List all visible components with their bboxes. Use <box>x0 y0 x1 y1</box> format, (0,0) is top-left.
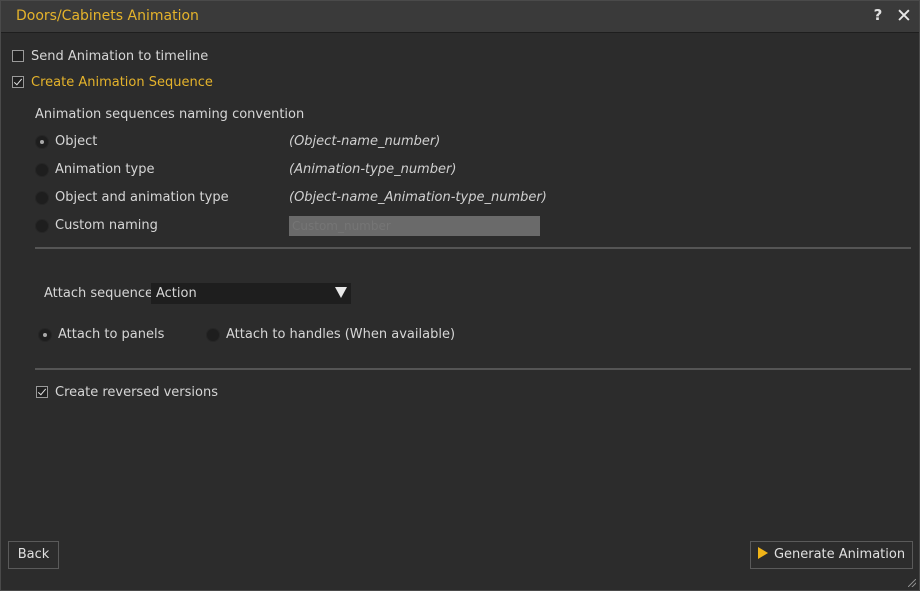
attach-handles-radio[interactable] <box>206 328 220 342</box>
divider <box>35 247 911 249</box>
create-reversed-label[interactable]: Create reversed versions <box>55 385 218 400</box>
attach-panels-label[interactable]: Attach to panels <box>58 327 164 342</box>
back-button[interactable]: Back <box>8 541 59 569</box>
window-title: Doors/Cabinets Animation <box>16 8 199 24</box>
attach-handles-label[interactable]: Attach to handles (When available) <box>226 327 455 342</box>
dialog-window: Doors/Cabinets Animation ? ✕ Send Animat… <box>0 0 920 591</box>
naming-label-animation-type[interactable]: Animation type <box>55 162 154 177</box>
triangle-down-icon <box>335 287 347 298</box>
generate-animation-button[interactable]: Generate Animation <box>750 541 913 569</box>
create-sequence-checkbox[interactable] <box>12 76 24 88</box>
naming-radio-object[interactable] <box>35 135 49 149</box>
create-reversed-checkbox[interactable] <box>36 386 48 398</box>
create-sequence-label[interactable]: Create Animation Sequence <box>31 75 213 90</box>
generate-animation-label: Generate Animation <box>773 547 906 562</box>
send-to-timeline-checkbox[interactable] <box>12 50 24 62</box>
naming-label-object-and-type[interactable]: Object and animation type <box>55 190 229 205</box>
title-bar[interactable]: Doors/Cabinets Animation ? ✕ <box>1 1 919 33</box>
attach-sequence-label: Attach sequence <box>44 286 153 301</box>
attach-panels-radio[interactable] <box>38 328 52 342</box>
naming-label-object[interactable]: Object <box>55 134 97 149</box>
close-icon[interactable]: ✕ <box>894 5 914 27</box>
naming-pattern-object-and-type: (Object-name_Animation-type_number) <box>289 190 547 205</box>
divider <box>35 368 911 370</box>
send-to-timeline-label[interactable]: Send Animation to timeline <box>31 49 208 64</box>
naming-radio-object-and-type[interactable] <box>35 191 49 205</box>
help-icon[interactable]: ? <box>870 6 886 26</box>
naming-pattern-object: (Object-name_number) <box>289 134 441 149</box>
custom-naming-input[interactable] <box>289 216 540 236</box>
naming-convention-heading: Animation sequences naming convention <box>35 107 305 122</box>
naming-radio-custom[interactable] <box>35 219 49 233</box>
play-icon <box>757 547 768 559</box>
attach-sequence-dropdown[interactable]: Action <box>151 283 351 304</box>
naming-pattern-animation-type: (Animation-type_number) <box>289 162 457 177</box>
attach-sequence-value: Action <box>156 286 197 301</box>
naming-radio-animation-type[interactable] <box>35 163 49 177</box>
back-button-label: Back <box>17 547 50 562</box>
resize-grip-icon[interactable] <box>908 579 916 587</box>
naming-label-custom[interactable]: Custom naming <box>55 218 158 233</box>
